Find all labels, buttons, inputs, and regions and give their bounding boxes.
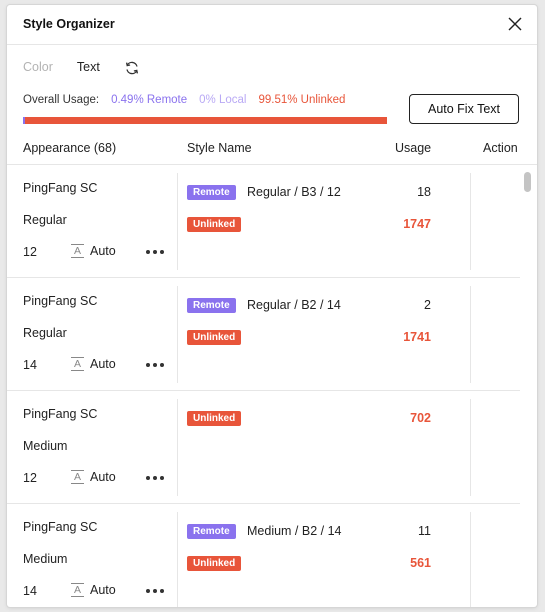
column-divider [470, 399, 471, 496]
usage-label: Overall Usage: [23, 94, 100, 106]
line-height: A Auto [71, 244, 116, 258]
usage-unlinked: 99.51% Unlinked [258, 94, 346, 106]
table-header: Appearance (68) Style Name Usage Action [7, 135, 537, 165]
line-height: A Auto [71, 470, 116, 484]
more-icon[interactable] [146, 589, 164, 595]
unlinked-badge: Unlinked [187, 330, 242, 345]
more-icon[interactable] [146, 250, 164, 256]
tab-text[interactable]: Text [77, 60, 100, 74]
usage-count: 1747 [403, 217, 431, 231]
table-row: PingFang SC Regular 12 A Auto Remote Reg… [7, 165, 520, 278]
scrollbar[interactable] [521, 165, 535, 607]
line-height: A Auto [71, 357, 116, 371]
line-height-icon: A [71, 583, 84, 597]
remote-badge: Remote [187, 185, 236, 200]
font-weight: Medium [23, 439, 68, 453]
remote-badge: Remote [187, 524, 236, 539]
column-divider [470, 286, 471, 383]
unlinked-badge: Unlinked [187, 556, 242, 571]
style-name[interactable]: Medium / B2 / 14 [247, 524, 342, 538]
usage-count: 702 [410, 411, 431, 425]
scrollbar-thumb[interactable] [524, 172, 531, 192]
usage-count: 11 [418, 524, 431, 538]
usage-bar [23, 117, 387, 124]
usage-remote: 0.49% Remote [111, 94, 188, 106]
column-divider [177, 512, 178, 607]
usage-count: 561 [410, 556, 431, 570]
column-divider [177, 173, 178, 270]
column-divider [177, 286, 178, 383]
header-style-name[interactable]: Style Name [187, 141, 252, 155]
unlinked-badge: Unlinked [187, 217, 242, 232]
unlinked-badge: Unlinked [187, 411, 242, 426]
font-weight: Regular [23, 326, 67, 340]
remote-badge: Remote [187, 298, 236, 313]
window-title: Style Organizer [23, 17, 115, 31]
table-row: PingFang SC Medium 12 A Auto Unlinked 70… [7, 391, 520, 504]
auto-fix-text-button[interactable]: Auto Fix Text [409, 94, 519, 124]
line-height-value: Auto [90, 357, 116, 371]
overall-usage: Overall Usage: 0.49% Remote 0% Local 99.… [23, 94, 345, 106]
usage-count: 2 [424, 298, 431, 312]
font-family: PingFang SC [23, 407, 98, 421]
usage-count: 1741 [403, 330, 431, 344]
style-organizer-window: Style Organizer Color Text Overall Usage… [7, 5, 537, 607]
line-height-icon: A [71, 357, 84, 371]
more-icon[interactable] [146, 476, 164, 482]
refresh-icon[interactable] [124, 60, 140, 76]
table-row: PingFang SC Medium 14 A Auto Remote Medi… [7, 504, 520, 607]
line-height: A Auto [71, 583, 116, 597]
font-size: 14 [23, 584, 37, 598]
table-row: PingFang SC Regular 14 A Auto Remote Reg… [7, 278, 520, 391]
style-name[interactable]: Regular / B2 / 14 [247, 298, 341, 312]
header-usage[interactable]: Usage [395, 141, 431, 155]
line-height-value: Auto [90, 244, 116, 258]
usage-local: 0% Local [199, 94, 247, 106]
close-icon[interactable] [505, 14, 525, 34]
font-family: PingFang SC [23, 294, 98, 308]
style-name[interactable]: Regular / B3 / 12 [247, 185, 341, 199]
line-height-icon: A [71, 244, 84, 258]
header-action: Action [483, 141, 518, 155]
usage-count: 18 [417, 185, 431, 199]
font-family: PingFang SC [23, 181, 98, 195]
line-height-value: Auto [90, 470, 116, 484]
header-appearance[interactable]: Appearance (68) [23, 141, 116, 155]
font-size: 12 [23, 245, 37, 259]
column-divider [470, 173, 471, 270]
font-family: PingFang SC [23, 520, 98, 534]
usage-bar-remote [23, 117, 25, 124]
style-list: PingFang SC Regular 12 A Auto Remote Reg… [7, 165, 537, 607]
tab-bar: Color Text [23, 57, 140, 77]
line-height-value: Auto [90, 583, 116, 597]
font-size: 14 [23, 358, 37, 372]
tab-color[interactable]: Color [23, 60, 53, 74]
title-bar: Style Organizer [7, 5, 537, 45]
more-icon[interactable] [146, 363, 164, 369]
font-weight: Regular [23, 213, 67, 227]
font-size: 12 [23, 471, 37, 485]
column-divider [470, 512, 471, 607]
font-weight: Medium [23, 552, 68, 566]
line-height-icon: A [71, 470, 84, 484]
column-divider [177, 399, 178, 496]
